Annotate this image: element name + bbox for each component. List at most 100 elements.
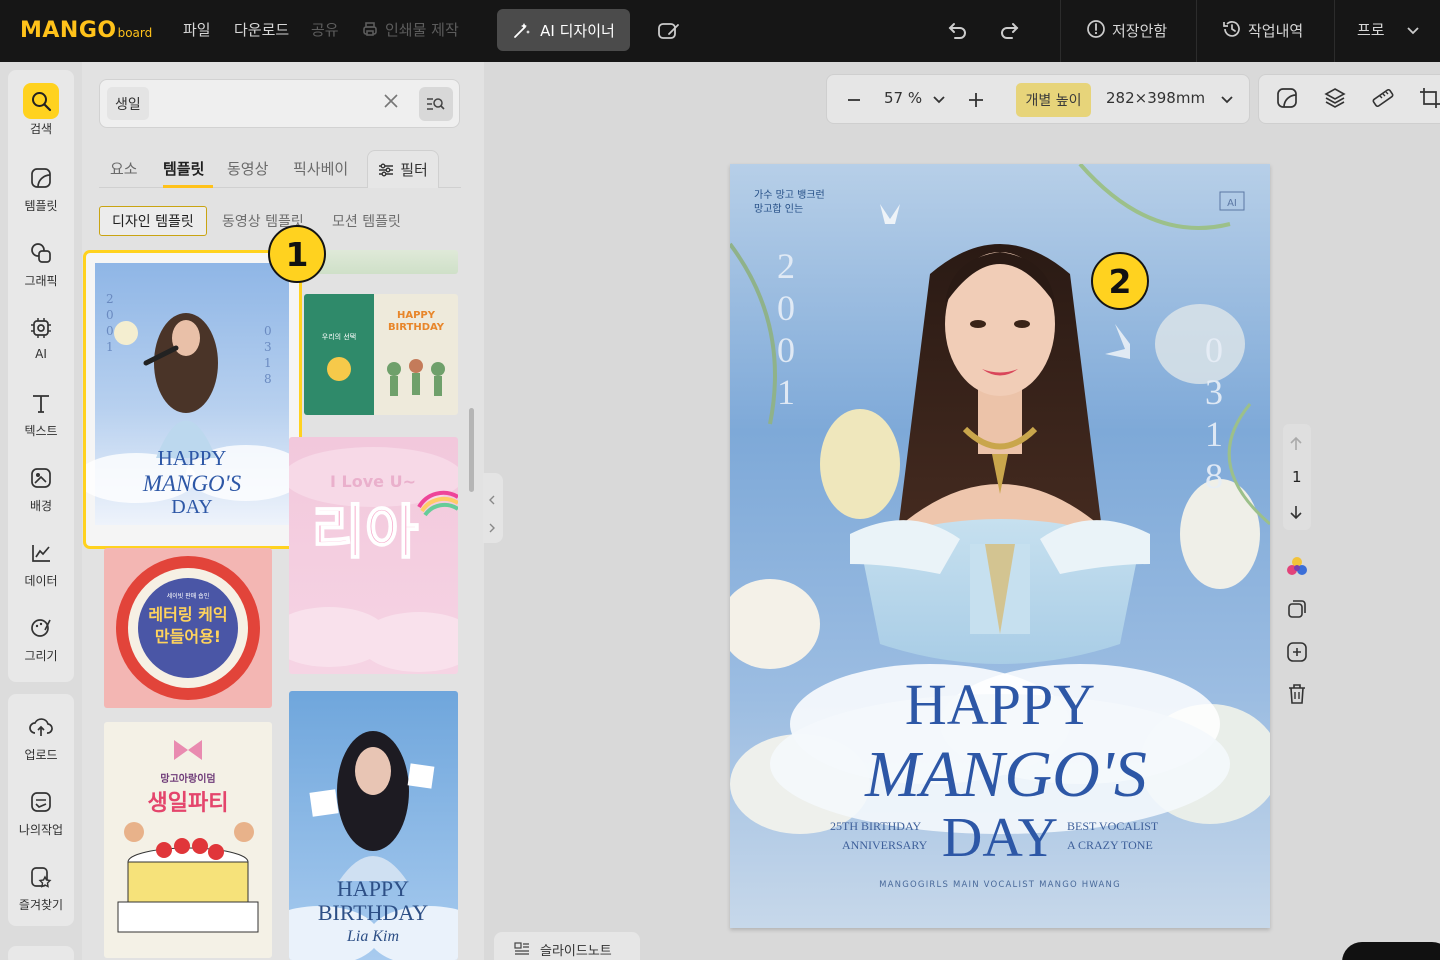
card-mangos-line3: DAY (171, 496, 213, 518)
rail-label-ai: AI (35, 347, 47, 361)
account-menu[interactable]: 프로 (1357, 19, 1420, 40)
poster-ai-mark: AI (1227, 198, 1237, 209)
chevron-right-icon (489, 523, 495, 533)
clear-search-icon[interactable] (382, 92, 400, 110)
page-size[interactable]: 282×398mm (1106, 89, 1205, 107)
rail-item-favorite[interactable]: 즐겨찾기 (8, 859, 74, 921)
poster-title-day: DAY (942, 807, 1058, 869)
menu-download[interactable]: 다운로드 (234, 19, 289, 40)
size-dropdown-icon[interactable] (1221, 96, 1233, 104)
save-status-label: 저장안함 (1112, 22, 1168, 40)
card-party-title: 생일파티 (148, 791, 229, 816)
rail-item-ai[interactable]: AI (8, 310, 74, 372)
undo-icon[interactable] (946, 18, 970, 42)
my-work-icon (31, 792, 51, 812)
template-thumbnail-cake-circle: 세이빗 판매 숍인 레터링 케익 만들어용! (116, 556, 260, 700)
rail-label-background: 배경 (29, 499, 53, 513)
logo-sub-text: board (117, 26, 153, 40)
zoom-toolbar: 57 % 개별 높이 282×398mm (826, 74, 1250, 124)
rail-item-background[interactable]: 배경 (8, 460, 74, 522)
ruler-icon[interactable] (1371, 87, 1395, 109)
search-input[interactable]: 생일 (107, 87, 149, 120)
menu-share[interactable]: 공유 (311, 19, 339, 40)
tab-elements[interactable]: 요소 (110, 158, 138, 179)
template-thumbnail-pink: I Love U~ 리아 (289, 447, 458, 672)
menu-file[interactable]: 파일 (183, 19, 211, 40)
alert-icon (1087, 20, 1105, 38)
template-card-birthday-party[interactable]: 망고아랑이덤 생일파티 (104, 722, 272, 958)
help-chat-button[interactable] (1342, 942, 1440, 960)
zoom-value[interactable]: 57 % (884, 89, 922, 107)
filter-icon (379, 163, 394, 176)
rail-item-template[interactable]: 템플릿 (8, 160, 74, 222)
duplicate-page-icon[interactable] (1286, 598, 1308, 620)
background-icon (31, 468, 51, 488)
poster-date-digit-1: 0 (1205, 330, 1223, 370)
tab-pixabay[interactable]: 픽사베이 (293, 158, 348, 179)
template-card-lettering-cake[interactable]: 세이빗 판매 숍인 레터링 케익 만들어용! (104, 548, 272, 708)
rail-item-data[interactable]: 데이터 (8, 535, 74, 597)
page-up-icon[interactable] (1286, 436, 1306, 452)
zoom-out-icon[interactable] (847, 93, 861, 107)
rail-label-my-work: 나의작업 (18, 823, 64, 837)
rail-item-text[interactable]: 텍스트 (8, 385, 74, 447)
page-down-icon[interactable] (1286, 504, 1306, 520)
rail-item-upload[interactable]: 업로드 (8, 709, 74, 771)
card-cake-line2: 만들어용! (155, 627, 221, 646)
svg-text:0: 0 (106, 324, 114, 338)
poster-right-sub2: A CRAZY TONE (1067, 838, 1153, 852)
chevron-left-icon (489, 495, 495, 505)
search-box[interactable]: 생일 (99, 79, 460, 128)
rail-item-graphic[interactable]: 그래픽 (8, 235, 74, 297)
ai-designer-button[interactable]: AI 디자이너 (497, 9, 630, 51)
trash-icon[interactable] (1286, 683, 1308, 705)
tab-videos[interactable]: 동영상 (227, 158, 268, 179)
filter-button[interactable]: 필터 (367, 150, 439, 188)
svg-text:3: 3 (264, 340, 272, 354)
svg-text:1: 1 (106, 340, 114, 354)
layers-icon[interactable] (1324, 87, 1346, 109)
template-card-pink-rainbow[interactable]: I Love U~ 리아 (289, 437, 458, 674)
color-palette-icon[interactable] (1286, 556, 1308, 578)
poster-year-digit-3: 0 (777, 330, 795, 370)
search-icon (32, 92, 52, 112)
upload-icon (29, 718, 53, 736)
panel-scrollbar[interactable] (469, 408, 474, 492)
subtab-design-templates[interactable]: 디자인 템플릿 (99, 206, 207, 236)
zoom-in-icon[interactable] (968, 92, 984, 108)
redo-icon[interactable] (997, 18, 1021, 42)
template-card-happy-birthday-teal[interactable]: 우리의 선택 HAPPY BIRTHDAY (304, 294, 458, 415)
edit-note-icon[interactable] (657, 20, 681, 42)
panel-collapse-button[interactable] (483, 473, 503, 543)
card-cake-small: 세이빗 판매 숍인 (167, 592, 209, 600)
draw-icon (31, 619, 51, 637)
poster-footer: MANGOGIRLS MAIN VOCALIST MANGO HWANG (879, 880, 1121, 890)
poster-date-digit-4: 8 (1205, 456, 1223, 496)
slide-note-button[interactable]: 슬라이드노트 (494, 932, 640, 960)
rail-item-draw[interactable]: 그리기 (8, 610, 74, 672)
svg-text:8: 8 (264, 372, 272, 386)
template-card-partial[interactable] (304, 250, 458, 274)
page-number: 1 (1292, 468, 1302, 486)
rail-item-search[interactable]: 검색 (8, 83, 74, 145)
svg-text:BIRTHDAY: BIRTHDAY (388, 322, 445, 333)
magic-wand-icon (514, 23, 531, 38)
template-card-lia-kim[interactable]: HAPPY BIRTHDAY Lia Kim (289, 691, 458, 960)
design-canvas-poster[interactable]: 가수 망고 뱅크런 망고합 인는 AI 2 0 0 1 0 3 1 8 HAPP… (730, 164, 1270, 928)
history-button[interactable]: 작업내역 (1222, 19, 1303, 41)
save-status[interactable]: 저장안함 (1086, 19, 1167, 41)
mangoboard-logo[interactable]: MANGO board (20, 18, 152, 44)
tab-templates[interactable]: 템플릿 (163, 158, 204, 179)
crop-icon[interactable] (1419, 87, 1440, 109)
subtab-motion-templates[interactable]: 모션 템플릿 (332, 206, 401, 236)
add-page-icon[interactable] (1286, 641, 1308, 663)
template-card-mangos-day[interactable]: 2 0 0 1 0 3 1 8 HAPPY MANGO'S DAY (83, 250, 302, 549)
page-template-icon[interactable] (1276, 87, 1298, 109)
zoom-dropdown-icon[interactable] (933, 96, 945, 104)
poster-date-digit-2: 3 (1205, 372, 1223, 412)
menu-print[interactable]: 인쇄물 제작 (361, 19, 459, 40)
individual-height-button[interactable]: 개별 높이 (1016, 83, 1091, 117)
rail-item-my-work[interactable]: 나의작업 (8, 784, 74, 846)
svg-text:0: 0 (264, 324, 272, 338)
advanced-search-button[interactable] (419, 87, 453, 121)
